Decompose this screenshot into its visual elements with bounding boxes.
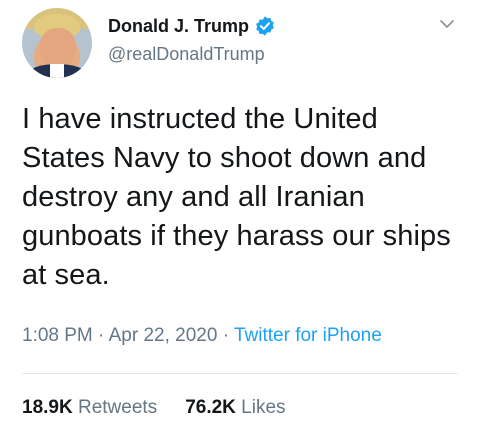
meta-separator: · (222, 325, 230, 346)
tweet-source-link[interactable]: Twitter for iPhone (234, 325, 382, 346)
tweet-text: I have instructed the United States Navy… (22, 103, 451, 291)
avatar[interactable] (22, 8, 92, 78)
likes-label: Likes (241, 397, 286, 418)
retweets-label: Retweets (77, 397, 158, 418)
chevron-down-icon[interactable] (437, 14, 457, 34)
retweets-stat[interactable]: 18.9K Retweets (22, 397, 157, 418)
author-name-row[interactable]: Donald J. Trump (108, 15, 276, 37)
tweet-card: Donald J. Trump @realDonaldTrump I have … (0, 0, 480, 430)
author-display-name[interactable]: Donald J. Trump (108, 15, 249, 37)
author-handle[interactable]: @realDonaldTrump (108, 43, 265, 65)
tweet-metadata: 1:08 PM · Apr 22, 2020 · Twitter for iPh… (22, 324, 382, 348)
divider (22, 373, 458, 374)
engagement-stats: 18.9K Retweets 76.2K Likes (22, 396, 286, 420)
retweets-count: 18.9K (22, 397, 73, 418)
avatar-face (40, 28, 76, 68)
likes-stat[interactable]: 76.2K Likes (185, 397, 285, 418)
avatar-collar (50, 64, 64, 78)
likes-count: 76.2K (185, 397, 236, 418)
meta-separator: · (98, 325, 105, 346)
verified-badge-icon (256, 16, 274, 36)
tweet-time[interactable]: 1:08 PM (22, 325, 93, 346)
tweet-date[interactable]: Apr 22, 2020 (109, 325, 218, 346)
